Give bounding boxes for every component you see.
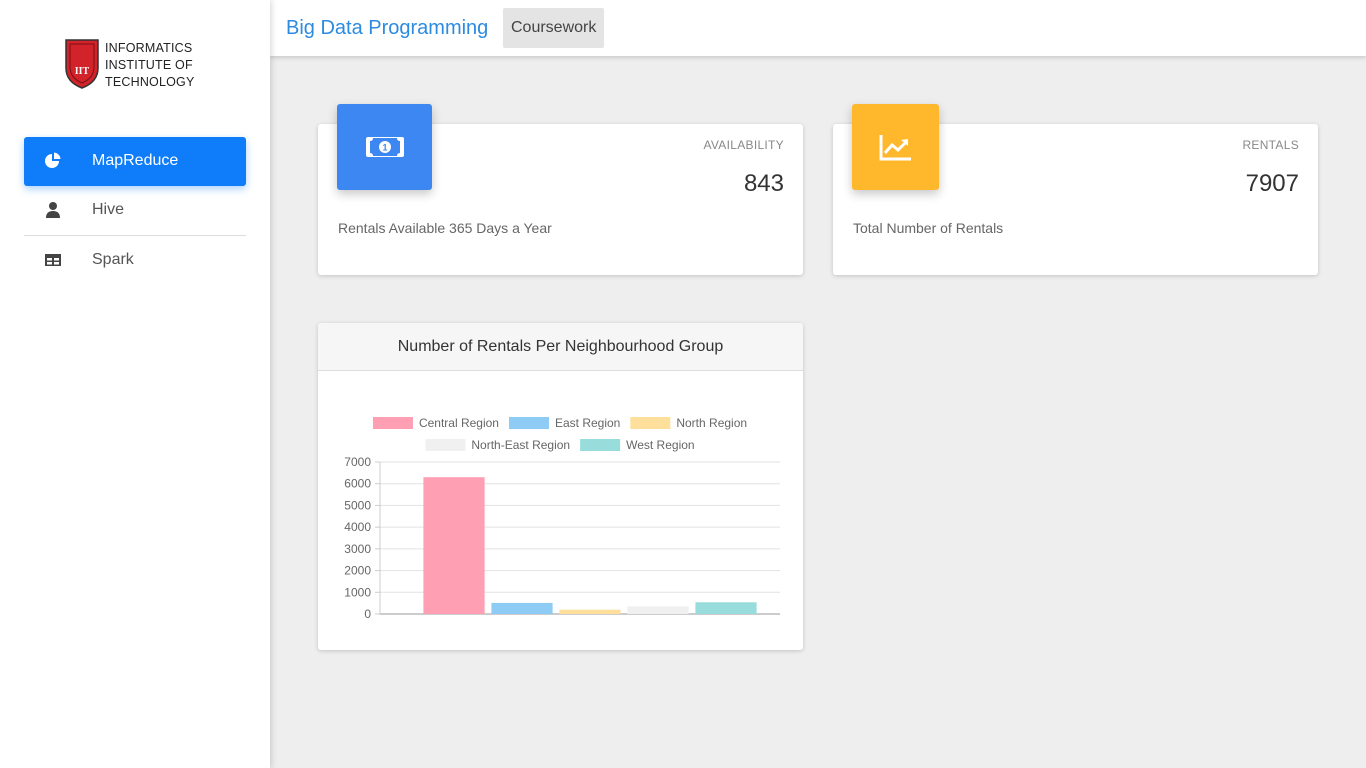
pie-chart-icon	[45, 152, 61, 168]
y-tick-label: 3000	[344, 542, 371, 556]
logo-line-3: TECHNOLOGY	[105, 75, 195, 89]
bar-west-region	[695, 602, 757, 614]
bar-chart: Central Region East Region North Region Nor…	[344, 416, 780, 621]
sidebar: IIT INFORMATICS INSTITUTE OF TECHNOLOGY …	[0, 0, 270, 768]
logo-mark: IIT	[75, 66, 90, 77]
availability-icon-box: 1	[337, 104, 432, 190]
rentals-footer: Total Number of Rentals	[853, 220, 1004, 236]
y-tick-label: 4000	[344, 520, 371, 534]
legend-swatch	[425, 439, 466, 451]
table-icon	[45, 254, 61, 266]
y-tick-label: 2000	[344, 564, 371, 578]
availability-card: 1 AVAILABILITY 843 Rentals Available 365…	[318, 104, 803, 275]
sidebar-item-spark[interactable]: Spark	[24, 236, 246, 285]
availability-value: 843	[743, 170, 784, 197]
legend-swatch	[372, 417, 413, 429]
iit-shield-logo: IIT	[65, 39, 99, 89]
y-tick-label: 1000	[344, 585, 371, 599]
legend-label: East Region	[555, 416, 620, 430]
chart-card: Number of Rentals Per Neighbourhood Grou…	[318, 323, 803, 650]
sidebar-item-label: Spark	[92, 251, 134, 268]
sidebar-item-label: MapReduce	[92, 152, 179, 169]
legend-swatch	[630, 417, 671, 429]
chart-title: Number of Rentals Per Neighbourhood Grou…	[318, 323, 803, 371]
y-tick-label: 5000	[344, 498, 371, 512]
bar-east-region	[491, 602, 553, 614]
iit-logo: IIT INFORMATICS INSTITUTE OF TECHNOLOGY	[64, 38, 195, 91]
legend-swatch	[508, 417, 549, 429]
rentals-label: RENTALS	[1242, 138, 1299, 152]
logo-line-2: INSTITUTE OF	[105, 58, 193, 72]
svg-text:1: 1	[382, 143, 387, 153]
bar-north-region	[559, 609, 621, 614]
sidebar-item-mapreduce[interactable]: MapReduce	[24, 137, 246, 186]
trending-up-icon	[879, 135, 911, 161]
sidebar-nav: MapReduce Hive Spark	[24, 137, 246, 285]
app-title[interactable]: Big Data Programming	[286, 17, 488, 40]
availability-footer: Rentals Available 365 Days a Year	[338, 220, 552, 236]
sidebar-item-label: Hive	[92, 201, 125, 218]
legend-label: Central Region	[419, 416, 499, 430]
legend-label: North Region	[676, 416, 747, 430]
tab-coursework[interactable]: Coursework	[503, 8, 605, 48]
y-tick-label: 0	[364, 607, 371, 621]
y-tick-label: 6000	[344, 477, 371, 491]
legend-label: North-East Region	[471, 438, 570, 452]
user-icon	[46, 202, 60, 218]
bar-north-east-region	[627, 606, 689, 614]
bar-central-region	[423, 477, 485, 614]
logo-line-1: INFORMATICS	[105, 41, 193, 55]
top-navbar: Big Data Programming Coursework	[270, 0, 1366, 56]
legend-swatch	[580, 439, 621, 451]
rentals-card: RENTALS 7907 Total Number of Rentals	[833, 104, 1318, 275]
y-tick-label: 7000	[344, 455, 371, 469]
sidebar-item-hive[interactable]: Hive	[24, 186, 246, 235]
rentals-icon-box	[852, 104, 939, 190]
legend-label: West Region	[626, 438, 694, 452]
logo-text: INFORMATICS INSTITUTE OF TECHNOLOGY	[105, 40, 195, 91]
availability-label: AVAILABILITY	[703, 138, 784, 152]
rentals-value: 7907	[1245, 170, 1299, 197]
money-icon: 1	[365, 137, 404, 157]
